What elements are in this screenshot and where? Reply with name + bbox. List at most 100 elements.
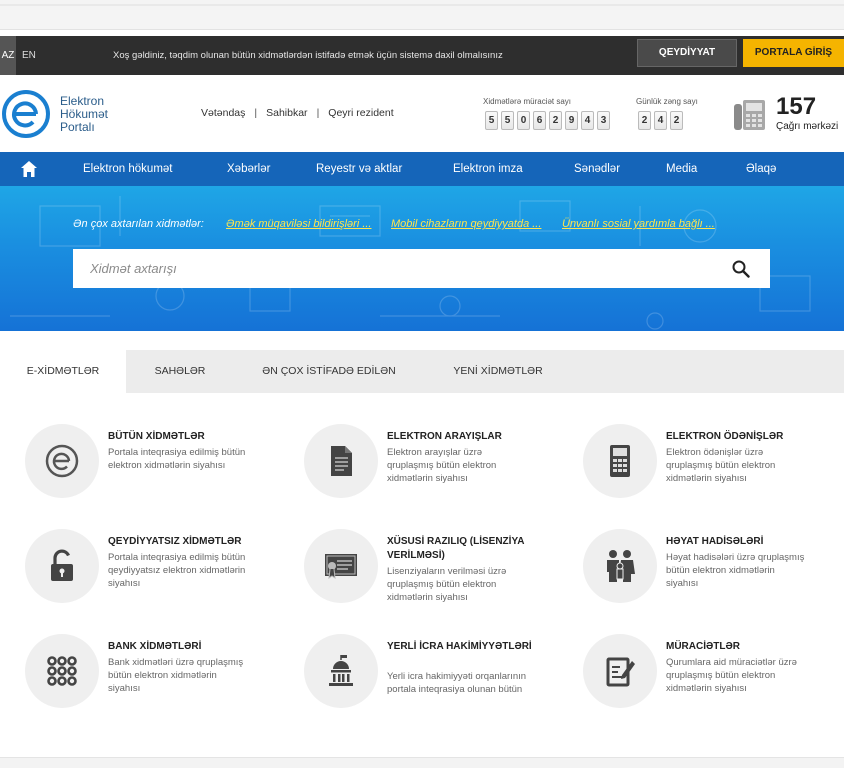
- nav-item-media[interactable]: Media: [666, 152, 697, 186]
- bottom-divider: [0, 757, 844, 768]
- tab-most-used[interactable]: ƏN ÇOX İSTİFADƏ EDİLƏN: [234, 350, 424, 393]
- callcenter-number: 157: [776, 93, 817, 120]
- service-icon-circle: [583, 634, 657, 708]
- counter-digit: 5: [485, 111, 498, 130]
- service-description: Lisenziyaların verilməsi üzrə qruplaşmış…: [387, 566, 507, 603]
- tab-new-services[interactable]: YENİ XİDMƏTLƏR: [424, 350, 572, 393]
- counter-digit: 2: [638, 111, 651, 130]
- service-appeals[interactable]: MÜRACİƏTLƏR Qurumlara aid müraciətlər üz…: [583, 634, 844, 724]
- search-icon[interactable]: [732, 260, 750, 278]
- service-bank[interactable]: BANK XİDMƏTLƏRİ Bank xidmətləri üzrə qru…: [25, 634, 295, 724]
- service-description: Portala inteqrasiya edilmiş bütün qeydiy…: [108, 552, 246, 589]
- main-nav: Elektron hökumət Xəbərlər Reyestr və akt…: [0, 152, 844, 186]
- logo-text[interactable]: Elektron Hökumət Portalı: [60, 95, 108, 134]
- counter-digit: 6: [533, 111, 546, 130]
- calculator-icon: [610, 445, 630, 477]
- counter-digit: 2: [670, 111, 683, 130]
- service-icon-circle: [583, 424, 657, 498]
- search-input[interactable]: [73, 249, 713, 288]
- nav-item-documents[interactable]: Sənədlər: [574, 152, 620, 186]
- service-all[interactable]: BÜTÜN XİDMƏTLƏR Portala inteqrasiya edil…: [25, 424, 295, 514]
- phone-icon: [734, 100, 765, 130]
- service-title: YERLİ İCRA HAKİMİYYƏTLƏRİ: [387, 641, 532, 652]
- service-icon-circle: [304, 634, 378, 708]
- search-box: [73, 249, 770, 288]
- nav-item-esignature[interactable]: Elektron imza: [453, 152, 523, 186]
- service-description: Elektron arayışlar üzrə qruplaşmış bütün…: [387, 447, 497, 484]
- service-tabs: E-XİDMƏTLƏR SAHƏLƏR ƏN ÇOX İSTİFADƏ EDİL…: [0, 350, 844, 393]
- service-e-payments[interactable]: ELEKTRON ÖDƏNİŞLƏR Elektron ödənişlər üz…: [583, 424, 844, 514]
- service-title: XÜSUSİ RAZILIQ (LİSENZİYA VERİLMƏSİ): [387, 536, 525, 561]
- service-title: BANK XİDMƏTLƏRİ: [108, 641, 202, 652]
- counter-digit: 4: [654, 111, 667, 130]
- service-icon-circle: [304, 424, 378, 498]
- requests-counter-label: Xidmətlərə müraciət sayı: [483, 97, 572, 106]
- nav-item-news[interactable]: Xəbərlər: [227, 152, 270, 186]
- tab-eservices[interactable]: E-XİDMƏTLƏR: [0, 350, 126, 393]
- egov-logo-icon: [45, 444, 79, 478]
- counter-digit: 3: [597, 111, 610, 130]
- certificate-icon: [325, 554, 357, 580]
- nav-item-contact[interactable]: Əlaqə: [746, 152, 776, 186]
- egov-logo-icon[interactable]: [1, 89, 51, 139]
- service-icon-circle: [304, 529, 378, 603]
- user-type-business[interactable]: Sahibkar: [266, 107, 307, 119]
- calls-counter: 2 4 2: [638, 111, 683, 130]
- user-type-nonresident[interactable]: Qeyri rezident: [328, 107, 393, 119]
- service-life-events[interactable]: HƏYAT HADİSƏLƏRİ Həyat hadisələri üzrə q…: [583, 529, 844, 619]
- divider: [0, 4, 844, 6]
- requests-counter: 5 5 0 6 2 9 4 3: [485, 111, 610, 130]
- home-icon[interactable]: [20, 160, 38, 178]
- popular-services-label: Ən çox axtarılan xidmətlər:: [73, 218, 204, 230]
- service-title: HƏYAT HADİSƏLƏRİ: [666, 536, 764, 547]
- user-type-citizen[interactable]: Vətəndaş: [201, 107, 245, 119]
- service-title: QEYDİYYATSIZ XİDMƏTLƏR: [108, 536, 242, 547]
- login-button[interactable]: PORTALA GİRİŞ: [743, 39, 844, 67]
- service-description: Elektron ödənişlər üzrə qruplaşmış bütün…: [666, 447, 776, 484]
- service-title: MÜRACİƏTLƏR: [666, 641, 740, 652]
- service-description: Portala inteqrasiya edilmiş bütün elektr…: [108, 447, 246, 471]
- hero-banner: Ən çox axtarılan xidmətlər: Əmək müqavil…: [0, 186, 844, 331]
- site-header: Elektron Hökumət Portalı Vətəndaş | Sahibk…: [0, 75, 844, 152]
- browser-top-strip: [0, 0, 844, 30]
- service-description: Yerli icra hakimiyyəti orqanlarının port…: [387, 671, 527, 695]
- service-title: ELEKTRON ÖDƏNİŞLƏR: [666, 431, 784, 442]
- service-unregistered[interactable]: QEYDİYYATSIZ XİDMƏTLƏR Portala inteqrasi…: [25, 529, 295, 619]
- popular-link-social[interactable]: Ünvanlı sosial yardımla bağlı ...: [562, 218, 715, 230]
- service-description: Qurumlara aid müraciətlər üzrə qruplaşmı…: [666, 657, 797, 694]
- grid-dots-icon: [47, 656, 77, 686]
- user-type-nav: Vətəndaş | Sahibkar | Qeyri rezident: [201, 107, 394, 119]
- counter-digit: 2: [549, 111, 562, 130]
- lang-en-button[interactable]: EN: [22, 36, 36, 75]
- lang-az-button[interactable]: AZ: [0, 36, 16, 75]
- top-bar: AZ EN Xoş gəldiniz, təqdim olunan bütün …: [0, 36, 844, 75]
- service-description: Həyat hadisələri üzrə qruplaşmış bütün e…: [666, 552, 805, 589]
- family-icon: [607, 550, 635, 582]
- counter-digit: 9: [565, 111, 578, 130]
- calls-counter-label: Günlük zəng sayı: [636, 97, 698, 106]
- logo-line-3: Portalı: [60, 120, 95, 134]
- unlock-icon: [51, 549, 73, 581]
- service-license[interactable]: XÜSUSİ RAZILIQ (LİSENZİYA VERİLMƏSİ) Lis…: [304, 529, 574, 619]
- service-local-authorities[interactable]: YERLİ İCRA HAKİMİYYƏTLƏRİ Yerli icra hak…: [304, 634, 574, 724]
- counter-digit: 5: [501, 111, 514, 130]
- service-title: BÜTÜN XİDMƏTLƏR: [108, 431, 205, 442]
- document-icon: [331, 446, 352, 476]
- service-description: Bank xidmətləri üzrə qruplaşmış bütün el…: [108, 657, 244, 694]
- nav-item-egov[interactable]: Elektron hökumət: [83, 152, 173, 186]
- service-icon-circle: [583, 529, 657, 603]
- service-icon-circle: [25, 424, 99, 498]
- separator: |: [316, 107, 320, 119]
- counter-digit: 4: [581, 111, 594, 130]
- service-icon-circle: [25, 634, 99, 708]
- popular-link-labor[interactable]: Əmək müqaviləsi bildirişləri ...: [226, 218, 371, 230]
- welcome-message: Xoş gəldiniz, təqdim olunan bütün xidmət…: [113, 50, 503, 61]
- register-button[interactable]: QEYDİYYAT: [637, 39, 737, 67]
- nav-item-registry[interactable]: Reyestr və aktlar: [316, 152, 402, 186]
- separator: |: [254, 107, 258, 119]
- tab-sectors[interactable]: SAHƏLƏR: [126, 350, 234, 393]
- service-e-certificates[interactable]: ELEKTRON ARAYIŞLAR Elektron arayışlar üz…: [304, 424, 574, 514]
- popular-link-mobile[interactable]: Mobil cihazların qeydiyyatda ...: [391, 218, 541, 230]
- government-building-icon: [329, 655, 353, 686]
- edit-note-icon: [606, 657, 635, 687]
